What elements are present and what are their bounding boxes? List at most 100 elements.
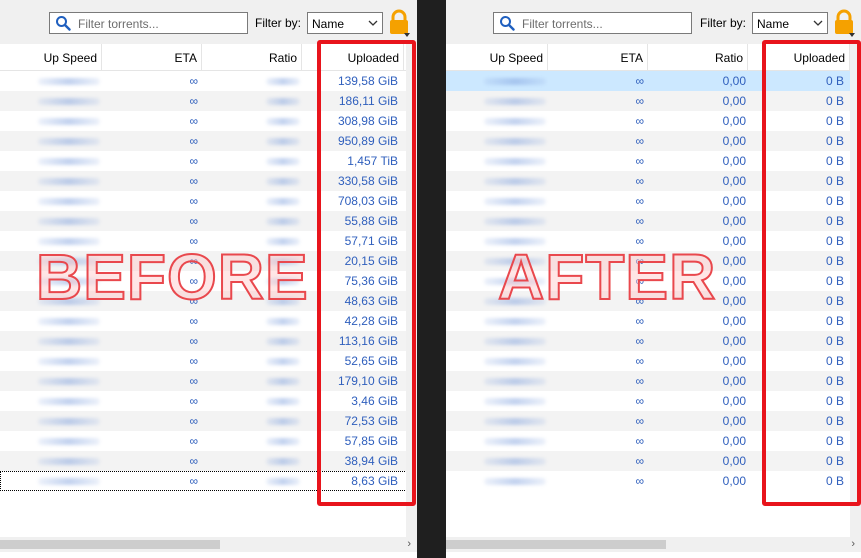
column-headers: Up Speed ETA Ratio Uploaded: [446, 44, 861, 71]
table-row[interactable]: ∞ 186,11 GiB: [0, 91, 417, 111]
table-row[interactable]: ∞ 0,00 0 B: [446, 431, 861, 451]
table-row[interactable]: ∞ 0,00 0 B: [446, 131, 861, 151]
table-row[interactable]: ∞ 0,00 0 B: [446, 411, 861, 431]
table-row[interactable]: ∞ 0,00 0 B: [446, 171, 861, 191]
table-row[interactable]: ∞ 0,00 0 B: [446, 91, 861, 111]
search-input[interactable]: Filter torrents...: [49, 12, 248, 34]
table-row[interactable]: ∞ 0,00 0 B: [446, 211, 861, 231]
redacted-value: [484, 358, 546, 366]
table-row[interactable]: ∞ 139,58 GiB: [0, 71, 417, 91]
table-row[interactable]: ∞ 48,63 GiB: [0, 291, 417, 311]
table-row[interactable]: ∞ 0,00 0 B: [446, 311, 861, 331]
eta-cell: ∞: [189, 274, 198, 288]
ratio-cell: [202, 471, 302, 491]
redacted-value: [38, 478, 100, 486]
lock-icon[interactable]: [388, 9, 410, 37]
table-row[interactable]: ∞ 330,58 GiB: [0, 171, 417, 191]
ratio-cell: [202, 431, 302, 451]
table-row[interactable]: ∞ 20,15 GiB: [0, 251, 417, 271]
up-speed-cell: [446, 471, 548, 491]
table-row[interactable]: ∞ 308,98 GiB: [0, 111, 417, 131]
table-row[interactable]: ∞ 75,36 GiB: [0, 271, 417, 291]
uploaded-cell: 3,46 GiB: [351, 394, 398, 408]
redacted-value: [484, 418, 546, 426]
table-row[interactable]: ∞ 1,457 TiB: [0, 151, 417, 171]
redacted-value: [484, 378, 546, 386]
table-row[interactable]: ∞ 0,00 0 B: [446, 371, 861, 391]
redacted-value: [38, 198, 100, 206]
uploaded-cell: 950,89 GiB: [337, 134, 398, 148]
uploaded-cell: 0 B: [825, 434, 844, 448]
ratio-cell: 0,00: [722, 314, 746, 328]
ratio-cell: 0,00: [722, 134, 746, 148]
table-row[interactable]: ∞ 3,46 GiB: [0, 391, 417, 411]
vertical-scrollbar[interactable]: [406, 44, 417, 537]
scrollbar-thumb[interactable]: [0, 540, 220, 549]
table-row[interactable]: ∞ 38,94 GiB: [0, 451, 417, 471]
filter-by-select[interactable]: Name: [307, 12, 383, 34]
filter-by-select[interactable]: Name: [752, 12, 828, 34]
table-row[interactable]: ∞ 8,63 GiB: [0, 471, 417, 491]
scroll-right-icon[interactable]: ›: [407, 538, 411, 550]
table-row[interactable]: ∞ 0,00 0 B: [446, 451, 861, 471]
scroll-right-icon[interactable]: ›: [851, 538, 855, 550]
table-row[interactable]: ∞ 0,00 0 B: [446, 191, 861, 211]
table-row[interactable]: ∞ 55,88 GiB: [0, 211, 417, 231]
column-header-ratio[interactable]: Ratio: [648, 44, 748, 71]
table-row[interactable]: ∞ 57,85 GiB: [0, 431, 417, 451]
eta-cell: ∞: [635, 334, 644, 348]
table-row[interactable]: ∞ 0,00 0 B: [446, 251, 861, 271]
column-headers: Up Speed ETA Ratio Uploaded: [0, 44, 417, 71]
table-row[interactable]: ∞ 0,00 0 B: [446, 151, 861, 171]
table-row[interactable]: ∞ 950,89 GiB: [0, 131, 417, 151]
table-row[interactable]: ∞ 0,00 0 B: [446, 111, 861, 131]
table-row[interactable]: ∞ 0,00 0 B: [446, 231, 861, 251]
ratio-cell: [202, 131, 302, 151]
filter-by-label: Filter by:: [700, 16, 747, 30]
column-header-eta[interactable]: ETA: [102, 44, 202, 71]
redacted-value: [266, 358, 300, 366]
redacted-value: [484, 318, 546, 326]
chevron-down-icon: [368, 20, 378, 26]
table-row[interactable]: ∞ 113,16 GiB: [0, 331, 417, 351]
ratio-cell: [202, 351, 302, 371]
table-row[interactable]: ∞ 0,00 0 B: [446, 71, 861, 91]
eta-cell: ∞: [635, 154, 644, 168]
search-input[interactable]: Filter torrents...: [493, 12, 692, 34]
table-row[interactable]: ∞ 72,53 GiB: [0, 411, 417, 431]
column-header-up-speed[interactable]: Up Speed: [0, 44, 102, 71]
redacted-value: [484, 78, 546, 86]
column-header-ratio[interactable]: Ratio: [202, 44, 302, 71]
table-row[interactable]: ∞ 42,28 GiB: [0, 311, 417, 331]
column-header-uploaded[interactable]: Uploaded: [748, 44, 850, 71]
uploaded-cell: 0 B: [825, 254, 844, 268]
ratio-cell: [202, 111, 302, 131]
table-row[interactable]: ∞ 179,10 GiB: [0, 371, 417, 391]
table-row[interactable]: ∞ 52,65 GiB: [0, 351, 417, 371]
column-header-uploaded[interactable]: Uploaded: [302, 44, 404, 71]
lock-icon[interactable]: [833, 9, 855, 37]
torrent-list: ∞ 139,58 GiB ∞ 186,11 GiB ∞ 308,98 GiB ∞ 950,89…: [0, 71, 417, 491]
ratio-cell: 0,00: [722, 154, 746, 168]
column-header-eta[interactable]: ETA: [548, 44, 648, 71]
eta-cell: ∞: [635, 94, 644, 108]
ratio-cell: [202, 231, 302, 251]
redacted-value: [266, 418, 300, 426]
column-header-up-speed[interactable]: Up Speed: [446, 44, 548, 71]
uploaded-cell: 113,16 GiB: [338, 334, 398, 348]
horizontal-scrollbar[interactable]: ›: [0, 537, 417, 552]
table-row[interactable]: ∞ 57,71 GiB: [0, 231, 417, 251]
table-row[interactable]: ∞ 0,00 0 B: [446, 471, 861, 491]
scrollbar-thumb[interactable]: [446, 540, 666, 549]
table-row[interactable]: ∞ 708,03 GiB: [0, 191, 417, 211]
table-row[interactable]: ∞ 0,00 0 B: [446, 271, 861, 291]
table-row[interactable]: ∞ 0,00 0 B: [446, 351, 861, 371]
table-row[interactable]: ∞ 0,00 0 B: [446, 331, 861, 351]
table-row[interactable]: ∞ 0,00 0 B: [446, 291, 861, 311]
vertical-scrollbar[interactable]: [850, 44, 861, 537]
up-speed-cell: [446, 311, 548, 331]
redacted-value: [266, 178, 300, 186]
redacted-value: [484, 298, 546, 306]
table-row[interactable]: ∞ 0,00 0 B: [446, 391, 861, 411]
horizontal-scrollbar[interactable]: ›: [446, 537, 861, 552]
